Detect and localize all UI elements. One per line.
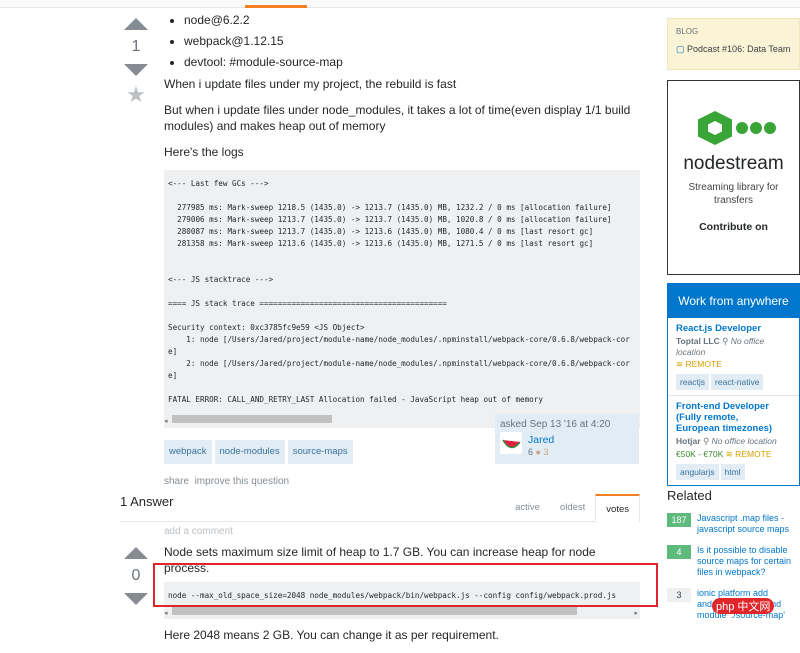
improve-link[interactable]: improve this question xyxy=(195,476,290,487)
job-title[interactable]: Front-end Developer (Fully remote, xyxy=(676,401,791,423)
paragraph: Here 2048 means 2 GB. You can change it … xyxy=(164,627,640,643)
watermark-logo: php 中文网 xyxy=(712,598,774,614)
asked-date: asked Sep 13 '16 at 4:20 xyxy=(500,419,634,430)
tag[interactable]: angularjs xyxy=(676,464,719,480)
score: 3 xyxy=(667,588,691,602)
job-location: No office location xyxy=(712,436,777,446)
upvote-icon[interactable] xyxy=(124,18,148,30)
tag[interactable]: html xyxy=(721,464,745,480)
ad-nodestream[interactable]: nodestream Streaming library for transfe… xyxy=(667,80,800,275)
downvote-icon[interactable] xyxy=(124,593,148,605)
ad-title: nodestream xyxy=(668,153,799,175)
jobs-widget: Work from anywhere React.js Developer To… xyxy=(667,283,800,486)
tag[interactable]: reactjs xyxy=(676,374,709,390)
asked-signature: asked Sep 13 '16 at 4:20 Jared 6 ● 3 xyxy=(495,414,639,464)
wifi-icon: ≋ xyxy=(676,359,683,369)
related-link[interactable]: maps xyxy=(767,524,789,534)
bronze-badge: ● 3 xyxy=(536,447,549,457)
paragraph: Here's the logs xyxy=(164,144,640,160)
user-link[interactable]: Jared xyxy=(528,434,554,446)
blog-label: BLOG xyxy=(676,27,791,36)
ad-desc: transfers xyxy=(668,194,799,207)
ad-desc: Streaming library for xyxy=(668,181,799,194)
wifi-icon: ≋ xyxy=(726,449,733,459)
ad-cta[interactable]: Contribute on xyxy=(668,221,799,233)
jobs-header: Work from anywhere xyxy=(668,284,799,318)
upvote-icon[interactable] xyxy=(124,547,148,559)
tab-oldest[interactable]: oldest xyxy=(550,494,595,522)
nodestream-logo xyxy=(668,111,799,145)
reputation: 6 xyxy=(528,447,533,457)
job-item[interactable]: React.js Developer Toptal LLC ⚲ No offic… xyxy=(668,318,799,396)
answer-vote-panel: 0 xyxy=(124,547,148,605)
add-comment-link[interactable]: add a comment xyxy=(164,524,640,540)
bullet: webpack@1.12.15 xyxy=(184,33,640,49)
job-company: Hotjar xyxy=(676,436,701,446)
job-item[interactable]: Front-end Developer (Fully remote, Europ… xyxy=(668,396,799,485)
log-code-block: <--- Last few GCs ---> 277985 ms: Mark-s… xyxy=(164,170,640,428)
bullet: devtool: #module-source-map xyxy=(184,54,640,70)
related-item[interactable]: 187Javascript .map files - javascript so… xyxy=(667,513,800,535)
tag[interactable]: webpack xyxy=(164,440,212,464)
score: 4 xyxy=(667,545,691,559)
job-company: Toptal LLC xyxy=(676,336,720,346)
job-remote: REMOTE xyxy=(735,449,771,459)
answers-header: 1 Answer active oldest votes xyxy=(120,494,640,522)
vote-count: 0 xyxy=(124,567,148,585)
related-item[interactable]: 4Is it possible to disable source maps f… xyxy=(667,545,800,578)
bullet: node@6.2.2 xyxy=(184,12,640,28)
log-text: <--- Last few GCs ---> 277985 ms: Mark-s… xyxy=(164,170,640,410)
job-title-cont[interactable]: European timezones) xyxy=(676,423,791,434)
answers-count: 1 Answer xyxy=(120,494,173,509)
paragraph: When i update files under my project, th… xyxy=(164,76,640,92)
location-icon: ⚲ xyxy=(703,436,709,446)
horizontal-scrollbar[interactable]: ◂▸ xyxy=(164,606,640,616)
blog-widget: BLOG ▢ Podcast #106: Data Team xyxy=(667,18,800,70)
avatar[interactable] xyxy=(500,432,522,454)
tag[interactable]: node-modules xyxy=(215,440,285,464)
related-title: Related xyxy=(667,488,800,503)
tab-votes[interactable]: votes xyxy=(595,494,640,522)
blog-link[interactable]: Podcast #106: Data Team xyxy=(687,44,790,54)
active-nav-indicator xyxy=(245,5,307,8)
score: 187 xyxy=(667,513,691,527)
job-title[interactable]: React.js Developer xyxy=(676,323,791,334)
paragraph: But when i update files under node_modul… xyxy=(164,102,640,134)
downvote-icon[interactable] xyxy=(124,64,148,76)
top-nav xyxy=(0,0,800,8)
tab-active[interactable]: active xyxy=(505,494,550,522)
tag[interactable]: react-native xyxy=(711,374,763,390)
job-remote: REMOTE xyxy=(686,359,722,369)
question-vote-panel: 1 ★ xyxy=(124,18,148,108)
share-link[interactable]: share xyxy=(164,476,189,487)
location-icon: ⚲ xyxy=(722,336,728,346)
highlight-box xyxy=(153,563,658,607)
tag[interactable]: source-maps xyxy=(288,440,353,464)
favorite-star-icon[interactable]: ★ xyxy=(124,82,148,108)
vote-count: 1 xyxy=(124,38,148,56)
chat-icon: ▢ xyxy=(676,44,685,54)
job-salary: €50K - €70K xyxy=(676,449,723,459)
